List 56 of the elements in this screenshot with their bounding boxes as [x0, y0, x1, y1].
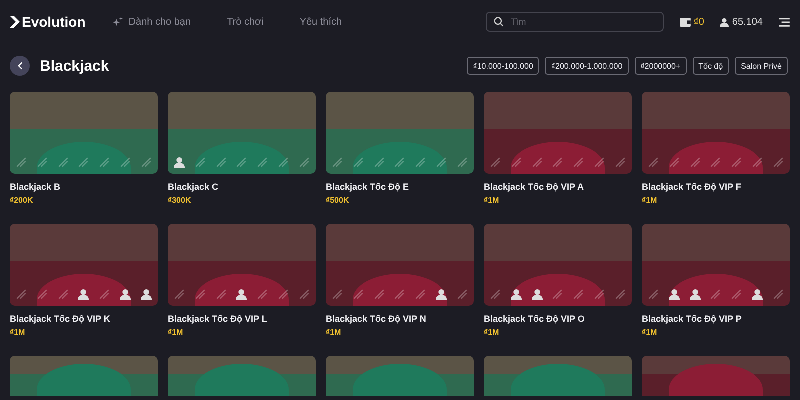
filter-chip[interactable]: Salon Privé — [735, 57, 788, 75]
stake-label: ₫1M — [326, 328, 342, 337]
sparkle-icon — [112, 16, 123, 28]
search-icon — [494, 17, 504, 27]
table-photo-placeholder[interactable] — [642, 224, 790, 306]
stake-label: ₫1M — [642, 196, 658, 205]
table-photo-placeholder[interactable] — [10, 92, 158, 174]
game-title[interactable]: Blackjack Tốc Độ VIP K — [10, 314, 158, 324]
menu-icon[interactable] — [779, 18, 790, 26]
person-icon — [720, 18, 730, 26]
stake-label: ₫500K — [326, 196, 350, 205]
table-photo-placeholder[interactable] — [642, 356, 790, 396]
game-title[interactable]: Blackjack Tốc Độ VIP O — [484, 314, 632, 324]
table-photo-placeholder[interactable] — [10, 356, 158, 396]
table-photo-placeholder[interactable] — [326, 356, 474, 396]
filter-chip[interactable]: ₫200.000-1.000.000 — [545, 57, 629, 75]
game-title[interactable]: Blackjack Tốc Độ E — [326, 182, 474, 192]
filter-chip[interactable]: ₫10.000-100.000 — [467, 57, 540, 75]
table-photo-placeholder[interactable] — [168, 224, 316, 306]
game-title[interactable]: Blackjack Tốc Độ VIP A — [484, 182, 632, 192]
table-photo-placeholder[interactable] — [484, 92, 632, 174]
stake-label: ₫1M — [484, 196, 500, 205]
game-title[interactable]: Blackjack Tốc Độ VIP N — [326, 314, 474, 324]
stake-label: ₫1M — [484, 328, 500, 337]
table-photo-placeholder[interactable] — [326, 92, 474, 174]
wallet-icon — [680, 18, 691, 26]
logo-chevron-icon — [10, 16, 20, 28]
game-title[interactable]: Blackjack Tốc Độ VIP F — [642, 182, 790, 192]
table-photo-placeholder[interactable] — [484, 224, 632, 306]
nav-tab[interactable]: Dành cho bạn — [112, 16, 192, 28]
filter-chip[interactable]: ₫2000000+ — [634, 57, 687, 75]
nav-tab[interactable]: Yêu thích — [300, 16, 342, 28]
table-photo-placeholder[interactable] — [10, 224, 158, 306]
chevron-left-icon — [18, 62, 22, 70]
table-photo-placeholder[interactable] — [168, 356, 316, 396]
nav-tab[interactable]: Trò chơi — [227, 16, 264, 28]
balance-amount: ₫0 — [694, 16, 704, 28]
filter-chip[interactable]: Tốc độ — [692, 57, 730, 75]
player-count: 65.104 — [732, 16, 763, 28]
search-field[interactable]: Tìm — [486, 12, 664, 32]
table-photo-placeholder[interactable] — [484, 356, 632, 396]
stake-label: ₫1M — [168, 328, 184, 337]
stake-label: ₫300K — [168, 196, 192, 205]
game-title[interactable]: Blackjack Tốc Độ VIP P — [642, 314, 790, 324]
stake-label: ₫200K — [10, 196, 34, 205]
table-photo-placeholder[interactable] — [168, 92, 316, 174]
game-title[interactable]: Blackjack Tốc Độ VIP L — [168, 314, 316, 324]
table-photo-placeholder[interactable] — [326, 224, 474, 306]
game-title[interactable]: Blackjack C — [168, 182, 316, 192]
logo-text[interactable]: Evolution — [22, 14, 86, 30]
back-button[interactable] — [10, 56, 30, 76]
table-photo-placeholder[interactable] — [642, 92, 790, 174]
stake-label: ₫1M — [642, 328, 658, 337]
game-title[interactable]: Blackjack B — [10, 182, 158, 192]
page-title: Blackjack — [40, 58, 110, 74]
stake-label: ₫1M — [10, 328, 26, 337]
